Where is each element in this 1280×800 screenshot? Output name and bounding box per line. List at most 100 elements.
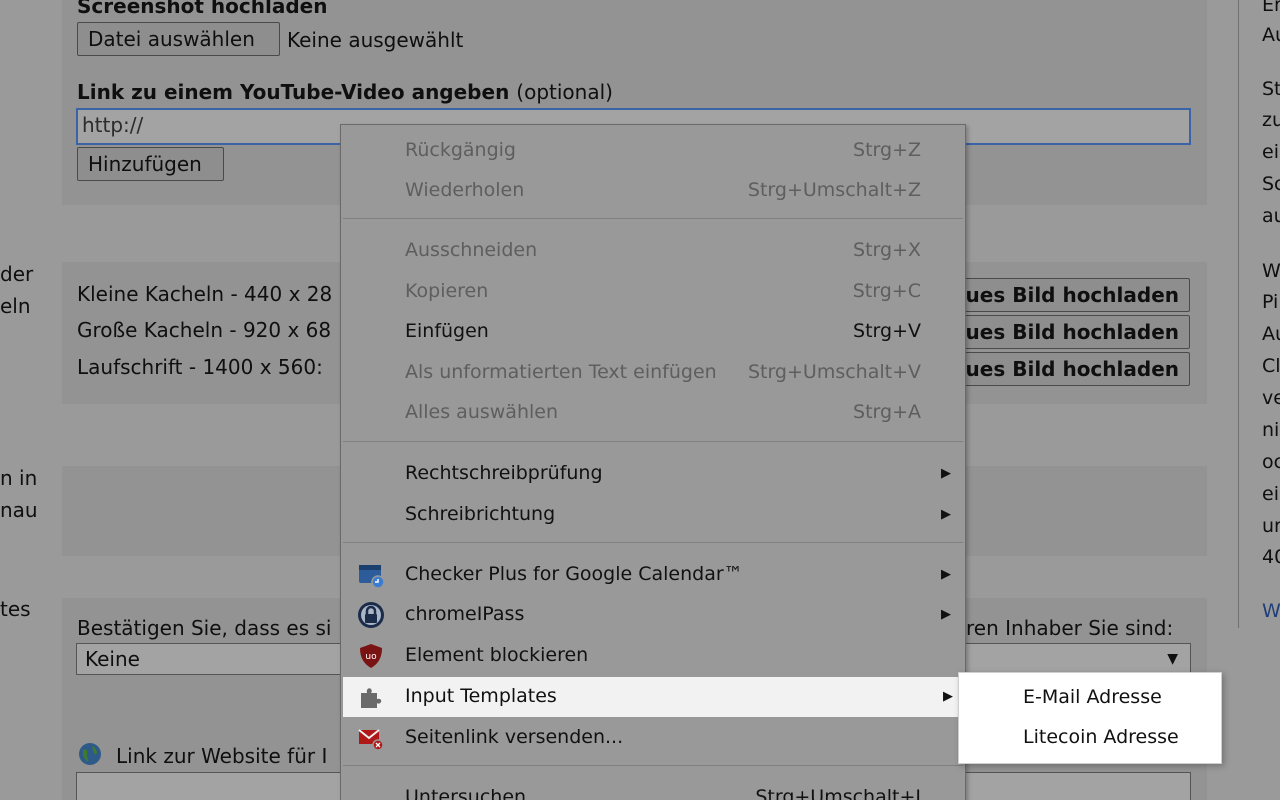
menu-item-shortcut: Strg+Z	[853, 139, 921, 161]
submenu-item-label: E-Mail Adresse	[1023, 686, 1162, 708]
sidebar-text: ei	[1262, 483, 1279, 505]
left-fragment: eln	[0, 294, 31, 318]
left-fragment: der	[0, 262, 34, 286]
menu-item-label: Checker Plus for Google Calendar™	[405, 563, 743, 585]
puzzle-piece-icon	[357, 683, 385, 711]
left-column-background	[0, 0, 62, 800]
menu-item-label: chromeIPass	[405, 603, 525, 625]
submenu-arrow-icon: ▶	[941, 507, 951, 522]
menu-item-redo[interactable]: Wiederholen Strg+Umschalt+Z	[341, 171, 965, 211]
mail-icon	[357, 724, 385, 752]
menu-item-label: Element blockieren	[405, 644, 589, 666]
menu-item-label: Alles auswählen	[405, 401, 559, 423]
screenshot-heading: Screenshot hochladen	[77, 0, 328, 18]
confirm-label-left: Bestätigen Sie, dass es si	[77, 616, 332, 640]
submenu-item-label: Litecoin Adresse	[1023, 726, 1179, 748]
menu-item-shortcut: Strg+Umschalt+I	[755, 786, 921, 800]
upload-image-button-large[interactable]: eues Bild hochladen	[940, 315, 1190, 349]
add-video-button[interactable]: Hinzufügen	[77, 147, 224, 181]
sidebar-link[interactable]: W	[1262, 600, 1280, 622]
menu-item-paste-plain[interactable]: Als unformatierten Text einfügen Strg+Um…	[341, 353, 965, 393]
menu-item-label: Untersuchen	[405, 786, 527, 800]
menu-separator	[343, 542, 963, 543]
upload-image-button-ticker[interactable]: eues Bild hochladen	[940, 352, 1190, 386]
sidebar-text: au	[1262, 205, 1280, 227]
sidebar-text: ni	[1262, 419, 1280, 441]
submenu-arrow-icon: ▶	[941, 567, 951, 582]
svg-text:uo: uo	[365, 652, 377, 662]
sidebar-text: W	[1262, 260, 1280, 282]
sidebar-text: Pi	[1262, 291, 1279, 313]
file-status: Keine ausgewählt	[287, 28, 464, 52]
menu-item-send-link[interactable]: Seitenlink versenden...	[341, 718, 965, 758]
submenu-arrow-icon: ▶	[943, 689, 953, 704]
sidebar-text: St	[1262, 78, 1280, 100]
youtube-label-text: Link zu einem YouTube-Video angeben	[77, 80, 510, 104]
tile-label-large: Große Kacheln - 920 x 68	[77, 318, 332, 342]
menu-item-label: Ausschneiden	[405, 239, 538, 261]
sidebar-text: ei	[1262, 141, 1279, 163]
sidebar-text: ur	[1262, 515, 1280, 537]
choose-file-button[interactable]: Datei auswählen	[77, 22, 280, 56]
menu-item-shortcut: Strg+V	[853, 320, 921, 342]
confirm-label-right: ren Inhaber Sie sind:	[966, 616, 1174, 640]
menu-item-label: Als unformatierten Text einfügen	[405, 361, 717, 383]
menu-item-paste[interactable]: Einfügen Strg+V	[341, 312, 965, 352]
sidebar-text: Er	[1262, 0, 1280, 16]
menu-item-input-templates[interactable]: Input Templates ▶	[343, 677, 965, 717]
website-label: Link zur Website für I	[116, 744, 328, 768]
menu-item-spellcheck[interactable]: Rechtschreibprüfung ▶	[341, 454, 965, 494]
menu-item-checker-plus[interactable]: Checker Plus for Google Calendar™ ▶	[341, 555, 965, 595]
sidebar-text: oc	[1262, 451, 1280, 473]
menu-item-select-all[interactable]: Alles auswählen Strg+A	[341, 393, 965, 433]
menu-item-chromeipass[interactable]: chromeIPass ▶	[341, 595, 965, 635]
sidebar-text: Au	[1262, 323, 1280, 345]
menu-item-undo[interactable]: Rückgängig Strg+Z	[341, 131, 965, 171]
menu-item-inspect[interactable]: Untersuchen Strg+Umschalt+I	[341, 778, 965, 800]
chevron-down-icon: ▼	[1167, 651, 1178, 667]
sidebar-text: Au	[1262, 24, 1280, 46]
sidebar-text: Sc	[1262, 173, 1280, 195]
menu-item-label: Rechtschreibprüfung	[405, 462, 603, 484]
input-templates-submenu: E-Mail Adresse Litecoin Adresse	[958, 672, 1222, 764]
submenu-arrow-icon: ▶	[941, 466, 951, 481]
sidebar-text: ve	[1262, 387, 1280, 409]
page: der eln n in nau tes Screenshot hochlade…	[0, 0, 1280, 800]
menu-item-label: Schreibrichtung	[405, 503, 556, 525]
menu-separator	[343, 765, 963, 766]
context-menu: Rückgängig Strg+Z Wiederholen Strg+Umsch…	[340, 124, 966, 800]
menu-item-block-element[interactable]: uo Element blockieren	[341, 636, 965, 676]
youtube-label: Link zu einem YouTube-Video angeben (opt…	[77, 80, 613, 104]
sidebar-text: 40	[1262, 546, 1280, 568]
menu-item-cut[interactable]: Ausschneiden Strg+X	[341, 231, 965, 271]
left-fragment: nau	[0, 498, 38, 522]
submenu-item-email[interactable]: E-Mail Adresse	[959, 677, 1221, 717]
tile-label-small: Kleine Kacheln - 440 x 28	[77, 282, 333, 306]
submenu-item-litecoin[interactable]: Litecoin Adresse	[959, 717, 1221, 757]
menu-item-label: Input Templates	[405, 685, 557, 707]
menu-item-shortcut: Strg+Umschalt+V	[747, 361, 921, 383]
menu-item-label: Rückgängig	[405, 139, 516, 161]
left-fragment: tes	[0, 597, 31, 621]
menu-item-shortcut: Strg+X	[853, 239, 921, 261]
menu-item-label: Einfügen	[405, 320, 489, 342]
menu-item-label: Wiederholen	[405, 179, 525, 201]
tile-label-ticker: Laufschrift - 1400 x 560:	[77, 355, 323, 379]
lock-icon	[357, 601, 385, 629]
globe-icon	[78, 742, 102, 766]
menu-item-label: Kopieren	[405, 280, 489, 302]
menu-item-writing-direction[interactable]: Schreibrichtung ▶	[341, 495, 965, 535]
menu-item-copy[interactable]: Kopieren Strg+C	[341, 272, 965, 312]
youtube-label-optional: (optional)	[516, 80, 613, 104]
menu-item-shortcut: Strg+A	[853, 401, 921, 423]
sidebar-text: Cl	[1262, 355, 1280, 377]
calendar-icon	[357, 561, 385, 589]
menu-item-label: Seitenlink versenden...	[405, 726, 624, 748]
upload-image-button-small[interactable]: eues Bild hochladen	[940, 278, 1190, 312]
ublock-shield-icon: uo	[357, 642, 385, 670]
menu-item-shortcut: Strg+Umschalt+Z	[747, 179, 921, 201]
left-fragment: n in	[0, 466, 38, 490]
sidebar-text: zu	[1262, 109, 1280, 131]
submenu-arrow-icon: ▶	[941, 607, 951, 622]
menu-separator	[343, 218, 963, 219]
